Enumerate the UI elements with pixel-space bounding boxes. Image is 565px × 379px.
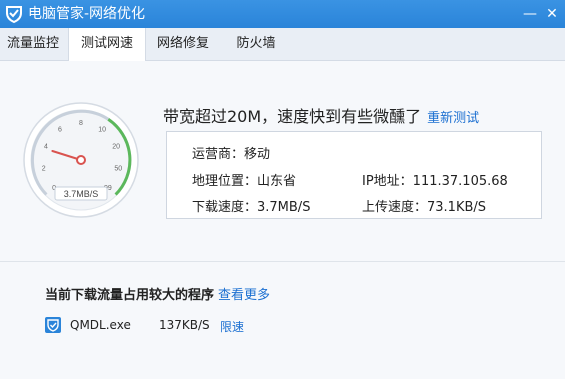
result-headline: 带宽超过20M，速度快到有些微醺了 重新测试 — [163, 103, 479, 127]
top-programs-section: 当前下载流量占用较大的程序 查看更多 QMDL.exe 137KB/S 限速 — [0, 262, 565, 379]
gauge-tick-label: 50 — [114, 165, 122, 172]
programs-heading-text: 当前下载流量占用较大的程序 — [45, 288, 215, 303]
ip-address-value: IP地址：111.37.105.68 — [362, 174, 508, 189]
minimize-button[interactable]: — — [521, 5, 539, 23]
qq-shield-icon — [45, 317, 61, 333]
app-logo-icon — [6, 6, 22, 24]
window-title: 电脑管家-网络优化 — [28, 6, 146, 22]
upload-speed-value: 上传速度：73.1KB/S — [362, 200, 487, 215]
network-info-box: 运营商：移动 地理位置：山东省 IP地址：111.37.105.68 下载速度：… — [166, 131, 542, 219]
location-value: 地理位置：山东省 — [192, 174, 297, 189]
speed-test-panel: 0 2 4 6 8 10 20 50 99 3.7MB/S 带宽超过20M，速度快到有些微醺了重… — [0, 61, 565, 261]
gauge-tick-label: 6 — [58, 126, 62, 133]
gauge-tick-label: 4 — [44, 144, 48, 151]
title-bar: 电脑管家-网络优化 — ✕ — [0, 0, 565, 28]
programs-heading: 当前下载流量占用较大的程序 查看更多 — [45, 284, 270, 303]
tab-traffic-monitor[interactable]: 流量监控 — [0, 28, 66, 60]
view-more-link[interactable]: 查看更多 — [218, 288, 270, 303]
limit-speed-link[interactable]: 限速 — [220, 318, 244, 335]
gauge-tick-label: 2 — [42, 165, 46, 172]
gauge-tick-label: 8 — [79, 120, 83, 127]
gauge-needle-hub — [76, 155, 86, 165]
close-button[interactable]: ✕ — [543, 5, 561, 23]
retest-link[interactable]: 重新测试 — [427, 111, 479, 126]
download-speed-value: 下载速度：3.7MB/S — [192, 200, 311, 215]
gauge-tick-label: 20 — [112, 144, 120, 151]
gauge-readout: 3.7MB/S — [64, 189, 99, 199]
process-name: QMDL.exe — [70, 318, 131, 332]
tab-bar: 流量监控 测试网速 网络修复 防火墙 — [0, 28, 565, 61]
speed-gauge: 0246810205099 3.7MB/S — [23, 102, 139, 218]
tab-speed-test[interactable]: 测试网速 — [68, 28, 146, 61]
process-speed: 137KB/S — [159, 318, 210, 332]
tab-firewall[interactable]: 防火墙 — [222, 28, 290, 60]
gauge-tick-label: 10 — [98, 126, 106, 133]
result-text: 带宽超过20M，速度快到有些微醺了 — [163, 107, 422, 126]
tab-network-repair[interactable]: 网络修复 — [148, 28, 218, 60]
isp-value: 运营商：移动 — [192, 147, 271, 162]
